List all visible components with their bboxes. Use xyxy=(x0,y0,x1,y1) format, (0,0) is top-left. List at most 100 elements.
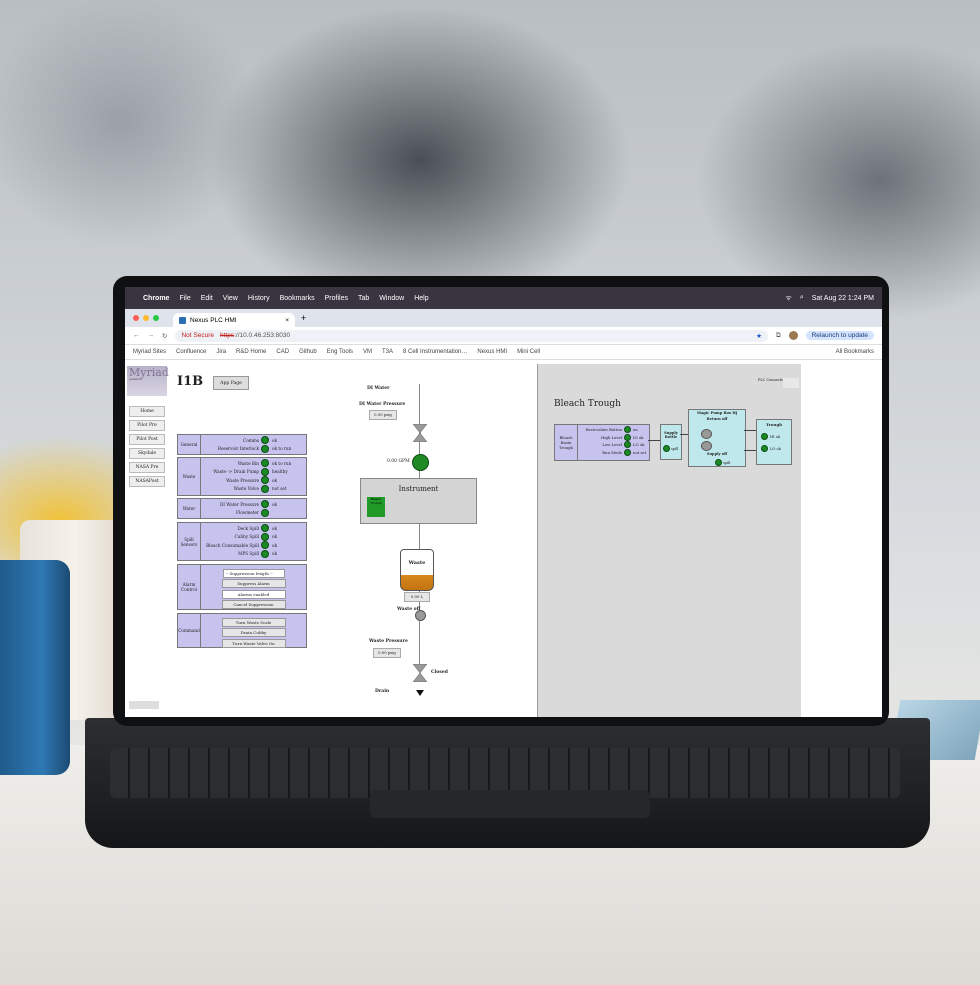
di-water-label: DI Water xyxy=(367,386,390,391)
group-label: Spill Sensors xyxy=(178,523,201,560)
bookmark-github[interactable]: Github xyxy=(299,349,317,355)
valve-icon[interactable] xyxy=(413,424,427,442)
bleach-basin-box: Bleach Basin Trough Recirculate Button on… xyxy=(554,424,650,461)
row-value: ok xyxy=(272,551,278,557)
close-window-button[interactable] xyxy=(133,315,139,321)
new-tab-button[interactable]: + xyxy=(301,313,306,323)
status-row: Waste Valve not set xyxy=(201,484,306,494)
nav-nasa-pre[interactable]: NASA Pre xyxy=(129,462,165,473)
flow-diagram: DI Water DI Water Pressure 0.00 psig 0.0… xyxy=(355,364,535,717)
not-secure-badge[interactable]: Not Secure xyxy=(181,332,214,339)
menu-app[interactable]: Chrome xyxy=(143,295,169,302)
flowmeter-pump-icon[interactable] xyxy=(412,454,429,471)
di-pressure-value: 0.00 psig xyxy=(369,410,397,420)
minimize-window-button[interactable] xyxy=(143,315,149,321)
turn-waste-scale-button[interactable]: Turn Waste Scale xyxy=(221,617,286,627)
search-icon[interactable]: ⌕ xyxy=(800,294,804,302)
nav-pilot-pre[interactable]: Pilot Pre xyxy=(129,420,165,431)
menu-help[interactable]: Help xyxy=(414,295,428,302)
url-field[interactable]: Not Secure https://10.0.46.253:8030 ★ xyxy=(175,329,768,342)
bleach-trough-button[interactable]: Bleach Trough xyxy=(367,497,385,517)
app-page-button[interactable]: App Page xyxy=(213,376,249,390)
bookmark-myriad-sites[interactable]: Myriad Sites xyxy=(133,349,166,355)
nav-skydale[interactable]: Skydale xyxy=(129,448,165,459)
suppression-select[interactable]: -- Suppression length -- xyxy=(222,568,285,578)
row-value: ok xyxy=(272,501,278,507)
turn-waste-valve-button[interactable]: Turn Waste Valve On xyxy=(221,638,286,648)
tab-nexus-plc[interactable]: Nexus PLC HMI × xyxy=(173,313,295,327)
pump-box-label: Magic Pump Box Hj xyxy=(696,411,738,415)
logo: Myriad genetics xyxy=(127,366,169,396)
forward-icon[interactable]: → xyxy=(148,332,155,339)
row-label: Waste -> Drain Pump xyxy=(213,469,259,475)
nav-nasa-post[interactable]: NASAPost xyxy=(129,476,165,487)
all-bookmarks[interactable]: All Bookmarks xyxy=(836,349,874,355)
bookmark-t3a[interactable]: T3A xyxy=(382,349,393,355)
trough-box: Trough HI ok LO ok xyxy=(756,419,792,465)
status-row: DI Water Pressure ok xyxy=(201,500,306,509)
touchpad[interactable] xyxy=(370,790,650,818)
bookmark-jira[interactable]: Jira xyxy=(216,349,226,355)
bookmark-nexus-hmi[interactable]: Nexus HMI xyxy=(477,349,507,355)
status-row: MPS Spill ok xyxy=(201,549,306,559)
status-row: Recirculate Button on xyxy=(578,426,649,434)
menu-tab[interactable]: Tab xyxy=(358,295,369,302)
relaunch-button[interactable]: Relaunch to update xyxy=(805,331,874,340)
menu-bookmarks[interactable]: Bookmarks xyxy=(280,295,315,302)
close-icon[interactable]: × xyxy=(285,317,289,324)
status-led-icon xyxy=(761,433,768,440)
star-icon[interactable]: ★ xyxy=(756,332,762,340)
row-label: Bleach Consumable Spill xyxy=(206,542,259,548)
supply-pump-icon[interactable] xyxy=(701,441,712,451)
bookmark-8-cell[interactable]: 8 Cell Instrumentation… xyxy=(403,349,467,355)
drain-valve-icon[interactable] xyxy=(413,664,427,682)
row-label: Run Mode xyxy=(602,449,622,455)
clock[interactable]: Sat Aug 22 1:24 PM xyxy=(812,295,874,302)
menu-edit[interactable]: Edit xyxy=(201,295,213,302)
status-row: Reservoir Interlock ok to run xyxy=(201,444,306,454)
row-label: Flowmeter xyxy=(236,510,259,516)
bookmark-cad[interactable]: CAD xyxy=(276,349,289,355)
menu-profiles[interactable]: Profiles xyxy=(325,295,348,302)
drain-arrow-icon xyxy=(416,690,424,696)
row-value: not set xyxy=(272,486,287,492)
bookmark-mini-cell[interactable]: Mini Cell xyxy=(517,349,540,355)
waste-valve-icon[interactable] xyxy=(415,610,426,621)
profile-avatar[interactable] xyxy=(788,331,798,340)
row-label: Reservoir Interlock xyxy=(217,446,259,452)
plc-connection-indicator[interactable] xyxy=(783,378,799,388)
status-led-icon xyxy=(261,436,269,445)
di-pressure-label: DI Water Pressure xyxy=(359,402,406,407)
menu-window[interactable]: Window xyxy=(379,295,404,302)
suppress-alarm-button[interactable]: Suppress Alarm xyxy=(221,579,286,588)
extensions-icon[interactable]: ⧉ xyxy=(776,332,781,340)
menu-history[interactable]: History xyxy=(248,295,270,302)
status-row: Waste -> Drain Pump healthy xyxy=(201,467,306,477)
bookmark-eng-tools[interactable]: Eng Tools xyxy=(327,349,353,355)
row-label: Waste Valve xyxy=(233,486,259,492)
supply-label: Supply off xyxy=(706,452,728,456)
status-led-icon xyxy=(261,459,269,468)
cancel-suppression-button[interactable]: Cancel Suppression xyxy=(221,600,286,609)
menu-view[interactable]: View xyxy=(223,295,238,302)
back-icon[interactable]: ← xyxy=(133,332,140,339)
return-label: Return off xyxy=(706,417,728,421)
pump-box: Magic Pump Box Hj Return off Supply off … xyxy=(688,409,746,467)
nav-pilot-post[interactable]: Pilot Post xyxy=(129,434,165,445)
connector-line xyxy=(744,430,756,431)
status-led-icon xyxy=(261,476,269,485)
bookmark-rd-home[interactable]: R&D Home xyxy=(236,349,266,355)
status-led-icon xyxy=(261,467,269,476)
wifi-icon[interactable]: ᯤ xyxy=(785,294,791,303)
bookmark-confluence[interactable]: Confluence xyxy=(176,349,206,355)
bookmark-vm[interactable]: VM xyxy=(363,349,372,355)
nav-footer-button[interactable] xyxy=(129,701,159,709)
group-spill-sensors: Spill Sensors Deck Spill ok Cubby Spill ok… xyxy=(177,522,307,561)
reload-icon[interactable]: ↻ xyxy=(162,332,167,340)
menu-file[interactable]: File xyxy=(179,295,190,302)
group-waste: Waste Waste Bin ok to run Waste -> Drain … xyxy=(177,457,307,496)
zoom-window-button[interactable] xyxy=(153,315,159,321)
return-pump-icon[interactable] xyxy=(701,429,712,439)
drain-cubby-button[interactable]: Drain Cubby xyxy=(221,628,286,637)
nav-home[interactable]: Home xyxy=(129,406,165,417)
